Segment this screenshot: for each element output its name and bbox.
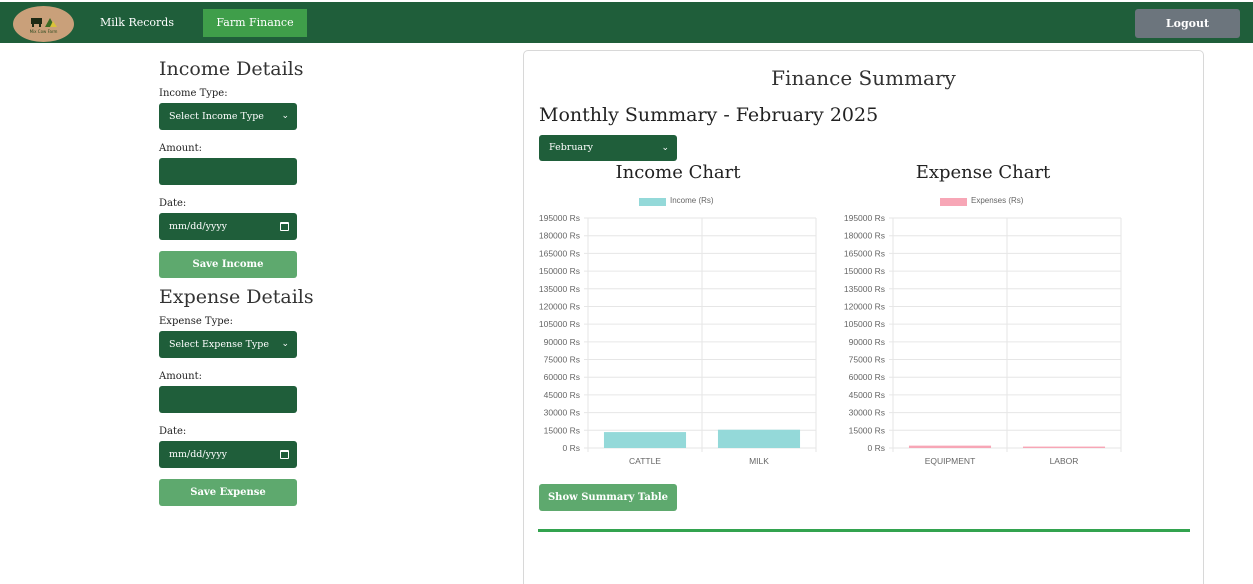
summary-divider — [538, 529, 1190, 532]
nav-farm-finance[interactable]: Farm Finance — [203, 9, 307, 37]
y-tick-label: 165000 Rs — [844, 248, 885, 258]
expense-chart: 195000 Rs 180000 Rs 165000 Rs 150000 Rs 1350… — [844, 213, 1122, 466]
y-tick-label: 75000 Rs — [544, 355, 580, 365]
y-tick-label: 90000 Rs — [849, 337, 885, 347]
y-tick-label: 30000 Rs — [849, 408, 885, 418]
save-expense-button[interactable]: Save Expense — [159, 479, 297, 506]
y-tick-label: 180000 Rs — [539, 231, 580, 241]
y-tick-label: 75000 Rs — [849, 355, 885, 365]
expense-chart-title: Expense Chart — [915, 162, 1051, 183]
calendar-icon[interactable] — [280, 222, 289, 231]
income-date-input[interactable]: mm/dd/yyyy — [159, 213, 297, 240]
y-tick-label: 135000 Rs — [844, 284, 885, 294]
farm-logo[interactable]: Mix Cow Farm — [13, 6, 74, 42]
chevron-down-icon: ⌄ — [281, 339, 289, 349]
expense-date-label: Date: — [159, 426, 187, 437]
income-details-title: Income Details — [159, 58, 304, 80]
logo-text: Mix Cow Farm — [29, 28, 58, 34]
income-type-select[interactable]: Select Income Type ⌄ — [159, 103, 297, 130]
y-tick-label: 180000 Rs — [844, 231, 885, 241]
expense-details-title: Expense Details — [159, 286, 314, 308]
y-tick-label: 135000 Rs — [539, 284, 580, 294]
y-tick-label: 15000 Rs — [849, 425, 885, 435]
income-legend-label: Income (Rs) — [670, 196, 714, 205]
bar-equipment[interactable] — [908, 445, 992, 448]
expense-amount-label: Amount: — [159, 371, 202, 382]
expense-date-input[interactable]: mm/dd/yyyy — [159, 441, 297, 468]
y-tick-label: 60000 Rs — [849, 372, 885, 382]
expense-date-placeholder: mm/dd/yyyy — [169, 449, 228, 460]
expense-type-value: Select Expense Type — [169, 339, 269, 350]
show-summary-table-button[interactable]: Show Summary Table — [539, 484, 677, 511]
y-tick-label: 15000 Rs — [544, 425, 580, 435]
income-amount-input[interactable] — [159, 158, 297, 185]
income-type-label: Income Type: — [159, 88, 228, 99]
y-tick-label: 150000 Rs — [844, 266, 885, 276]
x-tick-label: LABOR — [1050, 456, 1079, 466]
cow-logo-icon — [30, 17, 57, 27]
income-type-value: Select Income Type — [169, 111, 264, 122]
income-amount-label: Amount: — [159, 143, 202, 154]
y-tick-label: 0 Rs — [563, 443, 580, 453]
save-income-button[interactable]: Save Income — [159, 251, 297, 278]
bar-milk[interactable] — [717, 429, 801, 448]
x-tick-label: MILK — [749, 456, 769, 466]
y-tick-label: 195000 Rs — [539, 213, 580, 223]
y-tick-label: 120000 Rs — [844, 301, 885, 311]
x-tick-label: EQUIPMENT — [925, 456, 976, 466]
expense-amount-input[interactable] — [159, 386, 297, 413]
income-date-label: Date: — [159, 198, 187, 209]
y-tick-label: 195000 Rs — [844, 213, 885, 223]
bar-cattle[interactable] — [603, 432, 687, 448]
income-date-placeholder: mm/dd/yyyy — [169, 221, 228, 232]
expense-legend-label: Expenses (Rs) — [971, 196, 1024, 205]
y-tick-label: 60000 Rs — [544, 372, 580, 382]
y-tick-label: 150000 Rs — [539, 266, 580, 276]
y-tick-label: 45000 Rs — [849, 390, 885, 400]
y-tick-label: 90000 Rs — [544, 337, 580, 347]
y-tick-label: 120000 Rs — [539, 301, 580, 311]
month-select[interactable]: February ⌄ — [539, 135, 677, 161]
y-tick-label: 105000 Rs — [844, 319, 885, 329]
income-chart-title: Income Chart — [615, 162, 741, 183]
x-tick-label: CATTLE — [629, 456, 661, 466]
income-chart: 195000 Rs 180000 Rs 165000 Rs 150000 Rs 1350… — [539, 213, 817, 466]
finance-summary-title: Finance Summary — [771, 66, 956, 90]
y-tick-label: 105000 Rs — [539, 319, 580, 329]
y-tick-label: 30000 Rs — [544, 408, 580, 418]
bar-labor[interactable] — [1022, 446, 1106, 448]
month-select-value: February — [549, 142, 594, 153]
expense-type-label: Expense Type: — [159, 316, 233, 327]
y-tick-label: 45000 Rs — [544, 390, 580, 400]
y-tick-label: 0 Rs — [868, 443, 885, 453]
y-tick-label: 165000 Rs — [539, 248, 580, 258]
chevron-down-icon: ⌄ — [661, 143, 669, 153]
nav-milk-records[interactable]: Milk Records — [96, 9, 178, 37]
chevron-down-icon: ⌄ — [281, 111, 289, 121]
logout-button[interactable]: Logout — [1135, 9, 1240, 38]
calendar-icon[interactable] — [280, 450, 289, 459]
top-navbar: Mix Cow Farm Milk Records Farm Finance L… — [0, 0, 1253, 43]
expense-type-select[interactable]: Select Expense Type ⌄ — [159, 331, 297, 358]
monthly-summary-title: Monthly Summary - February 2025 — [539, 104, 879, 126]
